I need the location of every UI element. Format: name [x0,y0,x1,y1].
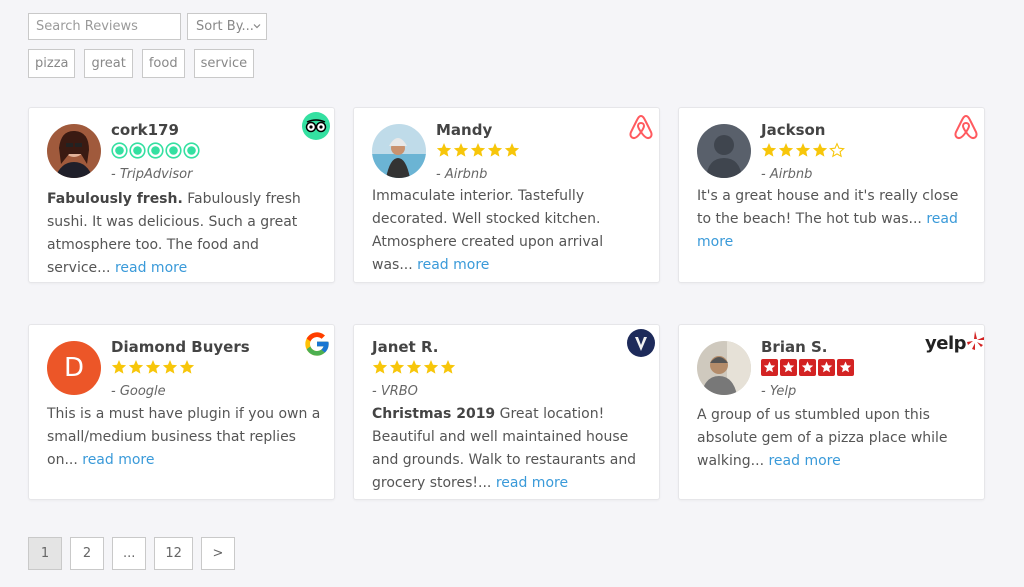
review-body: It's a great house and it's really close… [697,188,959,227]
star-rating [761,359,854,376]
review-text: It's a great house and it's really close… [697,185,972,254]
review-card: cork179 - TripAdvisor Fabulously fresh. … [28,107,335,283]
reviewer-name: Mandy [436,121,493,139]
rating-bubble-icon [147,142,164,159]
avatar [697,341,751,395]
next-page-button[interactable]: > [200,537,235,570]
star-icon [389,360,405,374]
review-source: - Yelp [761,384,797,399]
star-icon [423,360,439,374]
tag-filter-list: pizza great food service [28,49,255,78]
avatar-initial: D [63,353,85,383]
reviewer-name: Janet R. [372,338,439,356]
star-icon [436,143,452,157]
chevron-down-icon [253,24,261,29]
review-text: Christmas 2019 Great location! Beautiful… [372,403,647,495]
review-card: Mandy - Airbnb Immaculate interior. Tast… [353,107,660,283]
sort-by-select[interactable]: Sort By... [187,13,267,40]
review-source: - TripAdvisor [111,167,193,182]
sort-by-label: Sort By... [196,19,254,34]
page-button[interactable]: 2 [70,537,104,570]
star-rating [372,359,456,375]
reviewer-name: Diamond Buyers [111,338,250,356]
yelp-star-icon [799,359,816,376]
star-icon [111,360,127,374]
airbnb-logo-icon [954,114,978,140]
yelp-star-icon [837,359,854,376]
star-icon [812,143,828,157]
review-source: - Airbnb [436,167,488,182]
yelp-star-icon [818,359,835,376]
avatar [697,124,751,178]
star-icon [487,143,503,157]
yelp-star-icon [761,359,778,376]
star-rating [436,142,520,158]
yelp-star-icon [780,359,797,376]
reviewer-name: Brian S. [761,338,828,356]
star-icon [504,143,520,157]
review-source: - Google [111,384,166,399]
rating-bubble-icon [129,142,146,159]
avatar: D [47,341,101,395]
star-icon [162,360,178,374]
search-input[interactable] [28,13,181,40]
google-logo-icon [305,332,329,356]
star-icon [372,360,388,374]
star-icon [145,360,161,374]
avatar [47,124,101,178]
reviewer-name: cork179 [111,121,179,139]
review-card: Brian S. - Yelp A group of us stumbled u… [678,324,985,500]
pagination: 1 2 ... 12 > [28,537,235,570]
star-rating [111,359,195,375]
star-icon [128,360,144,374]
star-icon [795,143,811,157]
star-icon [406,360,422,374]
star-rating [761,142,845,158]
read-more-link[interactable]: read more [496,475,568,491]
rating-bubble-icon [183,142,200,159]
star-icon [470,143,486,157]
read-more-link[interactable]: read more [768,453,840,469]
review-text: Fabulously fresh. Fabulously fresh sushi… [47,188,322,280]
read-more-link[interactable]: read more [82,452,154,468]
star-icon [440,360,456,374]
review-headline: Fabulously fresh. [47,191,183,207]
airbnb-logo-icon [629,114,653,140]
tag-filter[interactable]: pizza [28,49,76,78]
read-more-link[interactable]: read more [115,260,187,276]
review-text: This is a must have plugin if you own a … [47,403,322,472]
star-icon [453,143,469,157]
rating-bubbles [111,142,200,159]
review-card: D Diamond Buyers - Google This is a must… [28,324,335,500]
tag-filter[interactable]: service [193,49,255,78]
review-source: - VRBO [372,384,418,399]
rating-bubble-icon [111,142,128,159]
tag-filter[interactable]: food [141,49,185,78]
avatar [372,124,426,178]
page-ellipsis: ... [112,537,147,570]
yelp-burst-icon [967,330,984,350]
page-button[interactable]: 12 [154,537,193,570]
star-empty-icon [829,142,845,158]
reviewer-name: Jackson [761,121,826,139]
vrbo-logo-icon [627,329,655,357]
tripadvisor-logo-icon [302,112,330,140]
review-text: A group of us stumbled upon this absolut… [697,404,972,473]
rating-bubble-icon [165,142,182,159]
tag-filter[interactable]: great [84,49,133,78]
review-text: Immaculate interior. Tastefully decorate… [372,185,647,277]
review-headline: Christmas 2019 [372,406,496,422]
read-more-link[interactable]: read more [417,257,489,273]
review-card: Janet R. - VRBO Christmas 2019 Great loc… [353,324,660,500]
star-icon [761,143,777,157]
review-source: - Airbnb [761,167,813,182]
yelp-logo-icon: yelp [925,330,985,354]
page-button-current[interactable]: 1 [28,537,62,570]
star-icon [778,143,794,157]
review-card: Jackson - Airbnb It's a great house and … [678,107,985,283]
yelp-logo-text: yelp [925,333,967,354]
star-icon [179,360,195,374]
